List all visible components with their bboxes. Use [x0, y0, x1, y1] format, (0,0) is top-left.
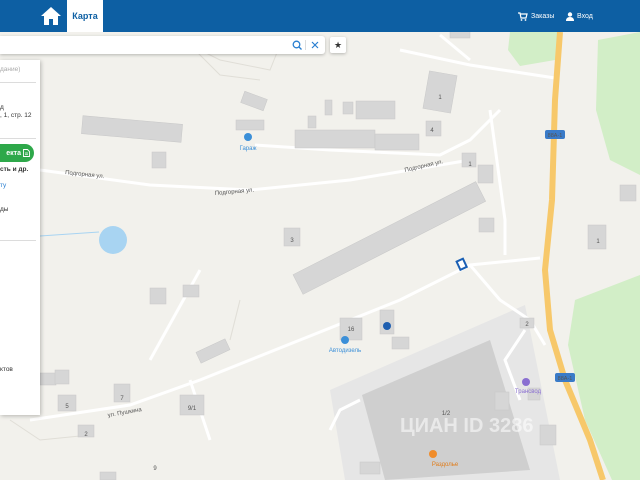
building	[179, 394, 205, 416]
user-icon	[566, 11, 574, 21]
home-icon[interactable]	[40, 6, 62, 26]
building	[324, 99, 333, 116]
building	[307, 115, 317, 129]
selected-building-marker[interactable]	[455, 257, 469, 272]
orders-button[interactable]: Заказы	[518, 10, 554, 22]
search-icon[interactable]	[292, 40, 302, 50]
poi-label: Трансвод	[515, 389, 542, 395]
close-icon[interactable]	[311, 41, 319, 49]
panel-divider	[0, 82, 36, 83]
building	[292, 181, 487, 295]
building	[619, 184, 637, 202]
garage-poi-icon[interactable]	[244, 133, 252, 141]
transit-poi-icon[interactable]	[522, 378, 530, 386]
panel-address: , 1, стр. 12	[0, 112, 32, 119]
object-info-panel: дание) д , 1, стр. 12 екта сть и др. ту …	[0, 60, 40, 415]
top-navigation-bar: Карта Заказы Вход	[0, 0, 640, 32]
search-separator	[305, 40, 306, 50]
favorite-button[interactable]: ★	[330, 37, 346, 53]
star-icon: ★	[333, 40, 343, 50]
park-area	[596, 32, 640, 175]
building	[477, 164, 494, 184]
building	[151, 151, 167, 169]
building	[235, 119, 265, 131]
panel-text: сть и др.	[0, 166, 29, 173]
house-number: 16	[348, 327, 355, 333]
building	[391, 336, 410, 350]
road-shield-label: 88А-1	[548, 133, 563, 139]
panel-text: ды	[0, 206, 9, 213]
location-dot[interactable]	[383, 322, 391, 330]
orders-label: Заказы	[531, 12, 555, 20]
login-button[interactable]: Вход	[566, 10, 593, 22]
building	[478, 217, 495, 233]
login-label: Вход	[577, 12, 593, 20]
building	[539, 424, 557, 446]
map-canvas[interactable]: 88А-1 88А-1 Подгорная ул. Подгорная ул. …	[0, 32, 640, 480]
autoshop-poi-icon[interactable]	[341, 336, 349, 344]
building	[359, 461, 381, 475]
panel-text: ктов	[0, 366, 13, 373]
poi-label: Гараж	[240, 146, 257, 152]
building	[240, 90, 268, 112]
poi-label: Автодизель	[329, 348, 361, 354]
building	[39, 372, 57, 386]
building	[54, 369, 70, 385]
road-shield-label: 88А-1	[558, 376, 573, 382]
building	[182, 284, 200, 298]
building	[81, 115, 183, 143]
pond	[99, 226, 127, 254]
document-icon	[23, 149, 30, 157]
search-bar	[0, 36, 325, 54]
watermark: ЦИАН ID 3286	[400, 415, 533, 437]
object-card-button[interactable]: екта	[0, 144, 34, 162]
panel-text: д	[0, 104, 4, 111]
building	[195, 338, 231, 364]
building	[342, 101, 354, 115]
panel-link[interactable]: ту	[0, 182, 6, 189]
building	[99, 471, 117, 480]
house-number: 9/1	[188, 406, 197, 412]
cart-icon	[518, 11, 528, 21]
building	[149, 287, 167, 305]
park-area	[568, 275, 640, 480]
house-number: 9	[153, 466, 157, 472]
tab-map[interactable]: Карта	[67, 0, 103, 32]
panel-text: дание)	[0, 66, 21, 73]
building	[374, 133, 420, 151]
building	[294, 129, 376, 149]
poi-label: Раздолье	[432, 462, 459, 468]
building	[422, 70, 458, 114]
shop-poi-icon[interactable]	[429, 450, 437, 458]
street-label: Подгорная ул.	[65, 170, 105, 180]
panel-divider	[0, 240, 36, 241]
panel-divider	[0, 138, 36, 139]
building	[494, 391, 510, 411]
object-card-label: екта	[6, 149, 21, 157]
search-input[interactable]	[0, 36, 292, 54]
building	[355, 100, 396, 120]
park-area	[508, 32, 560, 66]
building	[587, 224, 607, 250]
building	[449, 32, 471, 39]
